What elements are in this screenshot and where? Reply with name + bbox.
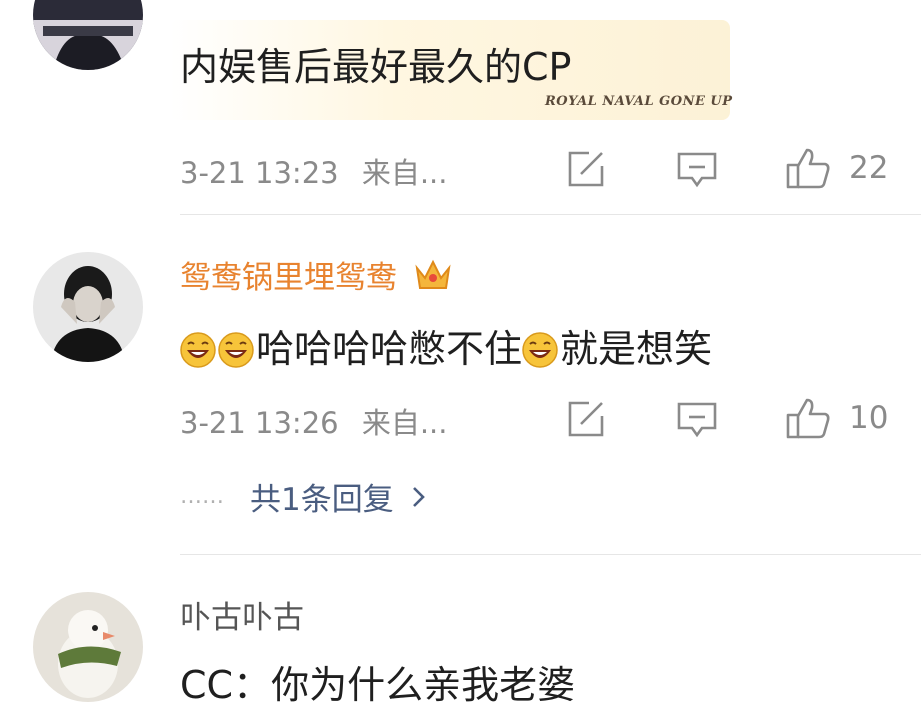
username[interactable]: 卟古卟古 <box>180 592 304 637</box>
username[interactable]: 鸳鸯锅里埋鸳鸯 <box>180 252 453 300</box>
thumbs-up-icon <box>786 148 830 189</box>
laughing-emoji-icon <box>522 332 558 368</box>
share-button[interactable] <box>565 398 607 440</box>
timestamp: 3-21 13:26 <box>180 406 339 440</box>
share-icon <box>568 401 604 437</box>
view-replies-link[interactable]: …… 共1条回复 <box>180 474 430 519</box>
comment-meta: 3-21 13:23 来自... <box>180 150 447 192</box>
like-button[interactable]: 10 <box>785 396 888 440</box>
timestamp: 3-21 13:23 <box>180 156 339 190</box>
divider <box>180 214 921 215</box>
comment-text: CC：你为什么亲我老婆 <box>180 663 576 707</box>
avatar[interactable] <box>33 0 143 70</box>
comment-icon <box>677 152 717 188</box>
comment-text: 内娱售后最好最久的CP <box>180 45 572 89</box>
share-icon <box>568 151 604 187</box>
comment-button[interactable] <box>676 150 718 190</box>
thumbs-up-icon <box>786 398 830 439</box>
laughing-emoji-icon <box>180 332 216 368</box>
avatar[interactable] <box>33 252 143 362</box>
like-count: 10 <box>849 400 889 436</box>
reply-count-label: 共1条回复 <box>250 482 394 518</box>
comment-button[interactable] <box>676 400 718 440</box>
avatar[interactable] <box>33 592 143 702</box>
share-button[interactable] <box>565 148 607 190</box>
vip-crown-icon <box>413 258 453 300</box>
comment-text: 哈哈哈哈憋不住 就是想笑 <box>180 318 712 373</box>
comment-icon <box>677 402 717 438</box>
like-button[interactable]: 22 <box>785 146 888 190</box>
divider <box>180 554 921 555</box>
comment-meta: 3-21 13:26 来自... <box>180 400 447 442</box>
reply-dots: …… <box>180 484 224 509</box>
sticker-badge: ROYAL NAVAL GONE UP <box>545 94 733 109</box>
chevron-right-icon <box>412 486 425 507</box>
laughing-emoji-icon <box>218 332 254 368</box>
like-count: 22 <box>849 150 889 186</box>
source-label: 来自... <box>361 406 448 440</box>
source-label: 来自... <box>361 156 448 190</box>
